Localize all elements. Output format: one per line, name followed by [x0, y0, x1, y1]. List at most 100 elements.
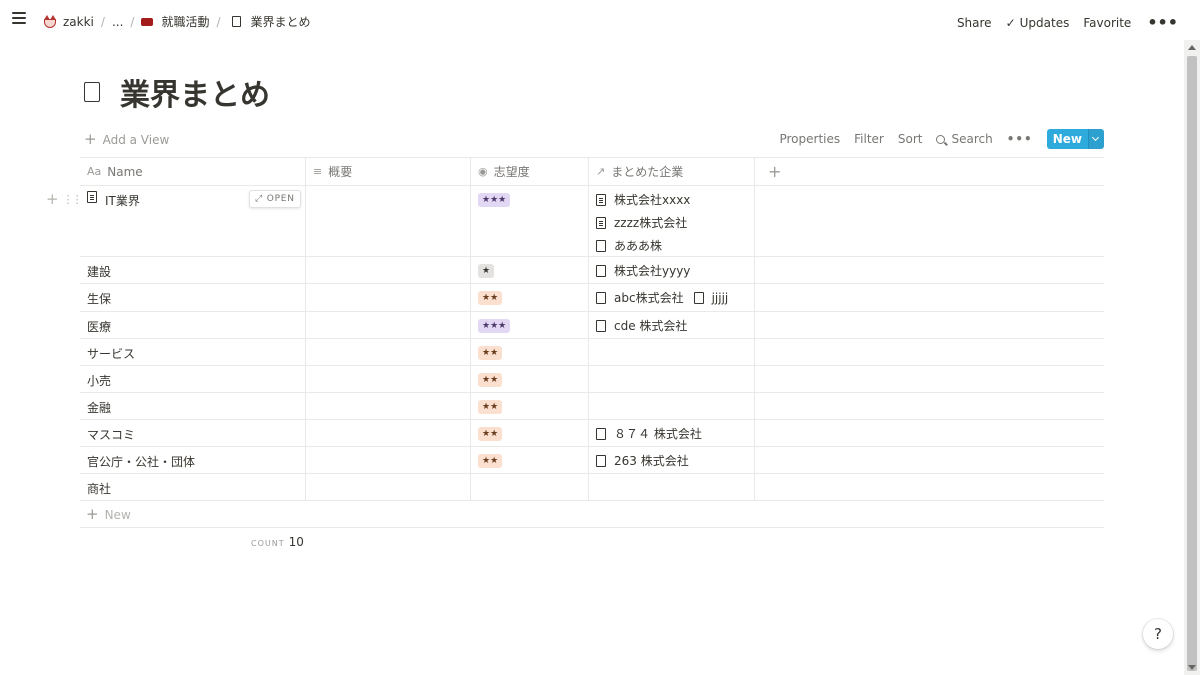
view-more-icon[interactable]: ••• [1007, 132, 1033, 146]
name-cell[interactable]: 小売 [80, 366, 306, 392]
scrollbar-thumb[interactable] [1187, 56, 1197, 671]
breadcrumb-ellipsis[interactable]: ... [109, 13, 126, 31]
properties-button[interactable]: Properties [779, 132, 840, 146]
add-view-button[interactable]: + Add a View [84, 132, 169, 147]
company-link[interactable]: cde 株式会社 [596, 317, 747, 334]
summary-cell[interactable] [306, 366, 471, 392]
favorite-button[interactable]: Favorite [1077, 14, 1137, 32]
table-row[interactable]: 小売 ★★ [80, 366, 1104, 393]
page-title[interactable]: 業界まとめ [120, 70, 270, 114]
name-cell[interactable]: IT業界 ⤢ OPEN [80, 186, 306, 256]
name-cell[interactable]: 建設 [80, 257, 306, 283]
breadcrumb-workspace[interactable]: zakki [40, 13, 97, 31]
chevron-down-icon[interactable] [1088, 129, 1104, 149]
name-cell[interactable]: 医療 [80, 312, 306, 338]
row-name[interactable]: 建設 [87, 262, 111, 280]
row-name[interactable]: マスコミ [87, 425, 135, 443]
company-link[interactable]: 株式会社xxxx [596, 191, 747, 208]
add-column-button[interactable]: + [755, 158, 1104, 185]
scrollbar[interactable] [1184, 40, 1200, 675]
add-row-button[interactable]: + New [80, 502, 1104, 528]
preference-cell[interactable]: ★★ [471, 366, 589, 392]
summary-cell[interactable] [306, 339, 471, 365]
scroll-up-icon[interactable] [1188, 45, 1196, 50]
share-button[interactable]: Share [951, 14, 998, 32]
preference-cell[interactable]: ★★ [471, 393, 589, 419]
table-row[interactable]: 生保 ★★ abc株式会社 jjjjj [80, 284, 1104, 312]
companies-cell[interactable] [589, 339, 755, 365]
companies-cell[interactable] [589, 474, 755, 500]
companies-cell[interactable] [589, 366, 755, 392]
table-row[interactable]: マスコミ ★★ ８７４ 株式会社 [80, 420, 1104, 447]
add-row-icon[interactable]: + [46, 192, 59, 207]
drag-handle-icon[interactable]: ⋮⋮ [63, 193, 83, 206]
table-row[interactable]: 金融 ★★ [80, 393, 1104, 420]
company-link[interactable]: zzzz株式会社 [596, 214, 747, 231]
more-icon[interactable]: ••• [1141, 11, 1184, 34]
table-row[interactable]: サービス ★★ [80, 339, 1104, 366]
row-name[interactable]: サービス [87, 344, 135, 362]
table-row[interactable]: 医療 ★★★ cde 株式会社 [80, 312, 1104, 339]
summary-cell[interactable] [306, 447, 471, 473]
companies-cell[interactable]: 株式会社yyyy [589, 257, 755, 283]
preference-cell[interactable]: ★★★ [471, 186, 589, 256]
preference-cell[interactable]: ★★ [471, 339, 589, 365]
new-label[interactable]: New [1046, 129, 1088, 149]
table-row[interactable]: 建設 ★ 株式会社yyyy [80, 257, 1104, 284]
row-name[interactable]: 金融 [87, 398, 111, 416]
summary-cell[interactable] [306, 186, 471, 256]
row-name[interactable]: 生保 [87, 289, 111, 307]
preference-cell[interactable] [471, 474, 589, 500]
companies-cell[interactable]: 株式会社xxxx zzzz株式会社 あああ株 [589, 186, 755, 256]
preference-cell[interactable]: ★★★ [471, 312, 589, 338]
preference-cell[interactable]: ★ [471, 257, 589, 283]
summary-cell[interactable] [306, 312, 471, 338]
companies-cell[interactable] [589, 393, 755, 419]
name-cell[interactable]: 金融 [80, 393, 306, 419]
table-row[interactable]: 官公庁・公社・団体 ★★ 263 株式会社 [80, 447, 1104, 474]
column-header-preference[interactable]: ◉ 志望度 [471, 158, 589, 185]
company-link[interactable]: 263 株式会社 [596, 452, 747, 469]
company-link[interactable]: abc株式会社 [596, 289, 684, 306]
company-link[interactable]: 株式会社yyyy [596, 262, 747, 279]
summary-cell[interactable] [306, 257, 471, 283]
row-name[interactable]: 小売 [87, 371, 111, 389]
company-link[interactable]: jjjjj [693, 291, 728, 305]
sort-button[interactable]: Sort [898, 132, 923, 146]
preference-cell[interactable]: ★★ [471, 284, 589, 311]
count-summary[interactable]: COUNT 10 [251, 535, 304, 549]
summary-cell[interactable] [306, 474, 471, 500]
table-row[interactable]: + ⋮⋮ IT業界 ⤢ OPEN ★★★ 株式会社xxxx zzzz株式会社 あ… [46, 186, 1104, 257]
company-link[interactable]: あああ株 [596, 237, 747, 254]
updates-button[interactable]: ✓ Updates [1000, 14, 1076, 32]
name-cell[interactable]: 生保 [80, 284, 306, 311]
table-row[interactable]: 商社 [80, 474, 1104, 501]
filter-button[interactable]: Filter [854, 132, 884, 146]
help-button[interactable]: ? [1143, 619, 1173, 649]
breadcrumb-current[interactable]: 業界まとめ [225, 11, 314, 32]
preference-cell[interactable]: ★★ [471, 447, 589, 473]
name-cell[interactable]: 商社 [80, 474, 306, 500]
name-cell[interactable]: サービス [80, 339, 306, 365]
row-name[interactable]: 官公庁・公社・団体 [87, 452, 195, 470]
row-name[interactable]: 商社 [87, 479, 111, 497]
row-name[interactable]: IT業界 [105, 191, 140, 209]
new-button[interactable]: New [1046, 129, 1104, 149]
column-header-companies[interactable]: ↗ まとめた企業 [589, 158, 755, 185]
name-cell[interactable]: マスコミ [80, 420, 306, 446]
summary-cell[interactable] [306, 284, 471, 311]
scroll-down-icon[interactable] [1188, 665, 1196, 670]
open-button[interactable]: ⤢ OPEN [249, 190, 301, 208]
name-cell[interactable]: 官公庁・公社・団体 [80, 447, 306, 473]
search-button[interactable]: Search [936, 132, 993, 146]
column-header-name[interactable]: Aa Name [80, 158, 306, 185]
companies-cell[interactable]: ８７４ 株式会社 [589, 420, 755, 446]
company-link[interactable]: ８７４ 株式会社 [596, 425, 747, 442]
summary-cell[interactable] [306, 393, 471, 419]
companies-cell[interactable]: cde 株式会社 [589, 312, 755, 338]
breadcrumb-parent[interactable]: 就職活動 [138, 11, 212, 32]
companies-cell[interactable]: abc株式会社 jjjjj [589, 284, 755, 311]
row-name[interactable]: 医療 [87, 317, 111, 335]
column-header-summary[interactable]: ≡ 概要 [306, 158, 471, 185]
preference-cell[interactable]: ★★ [471, 420, 589, 446]
